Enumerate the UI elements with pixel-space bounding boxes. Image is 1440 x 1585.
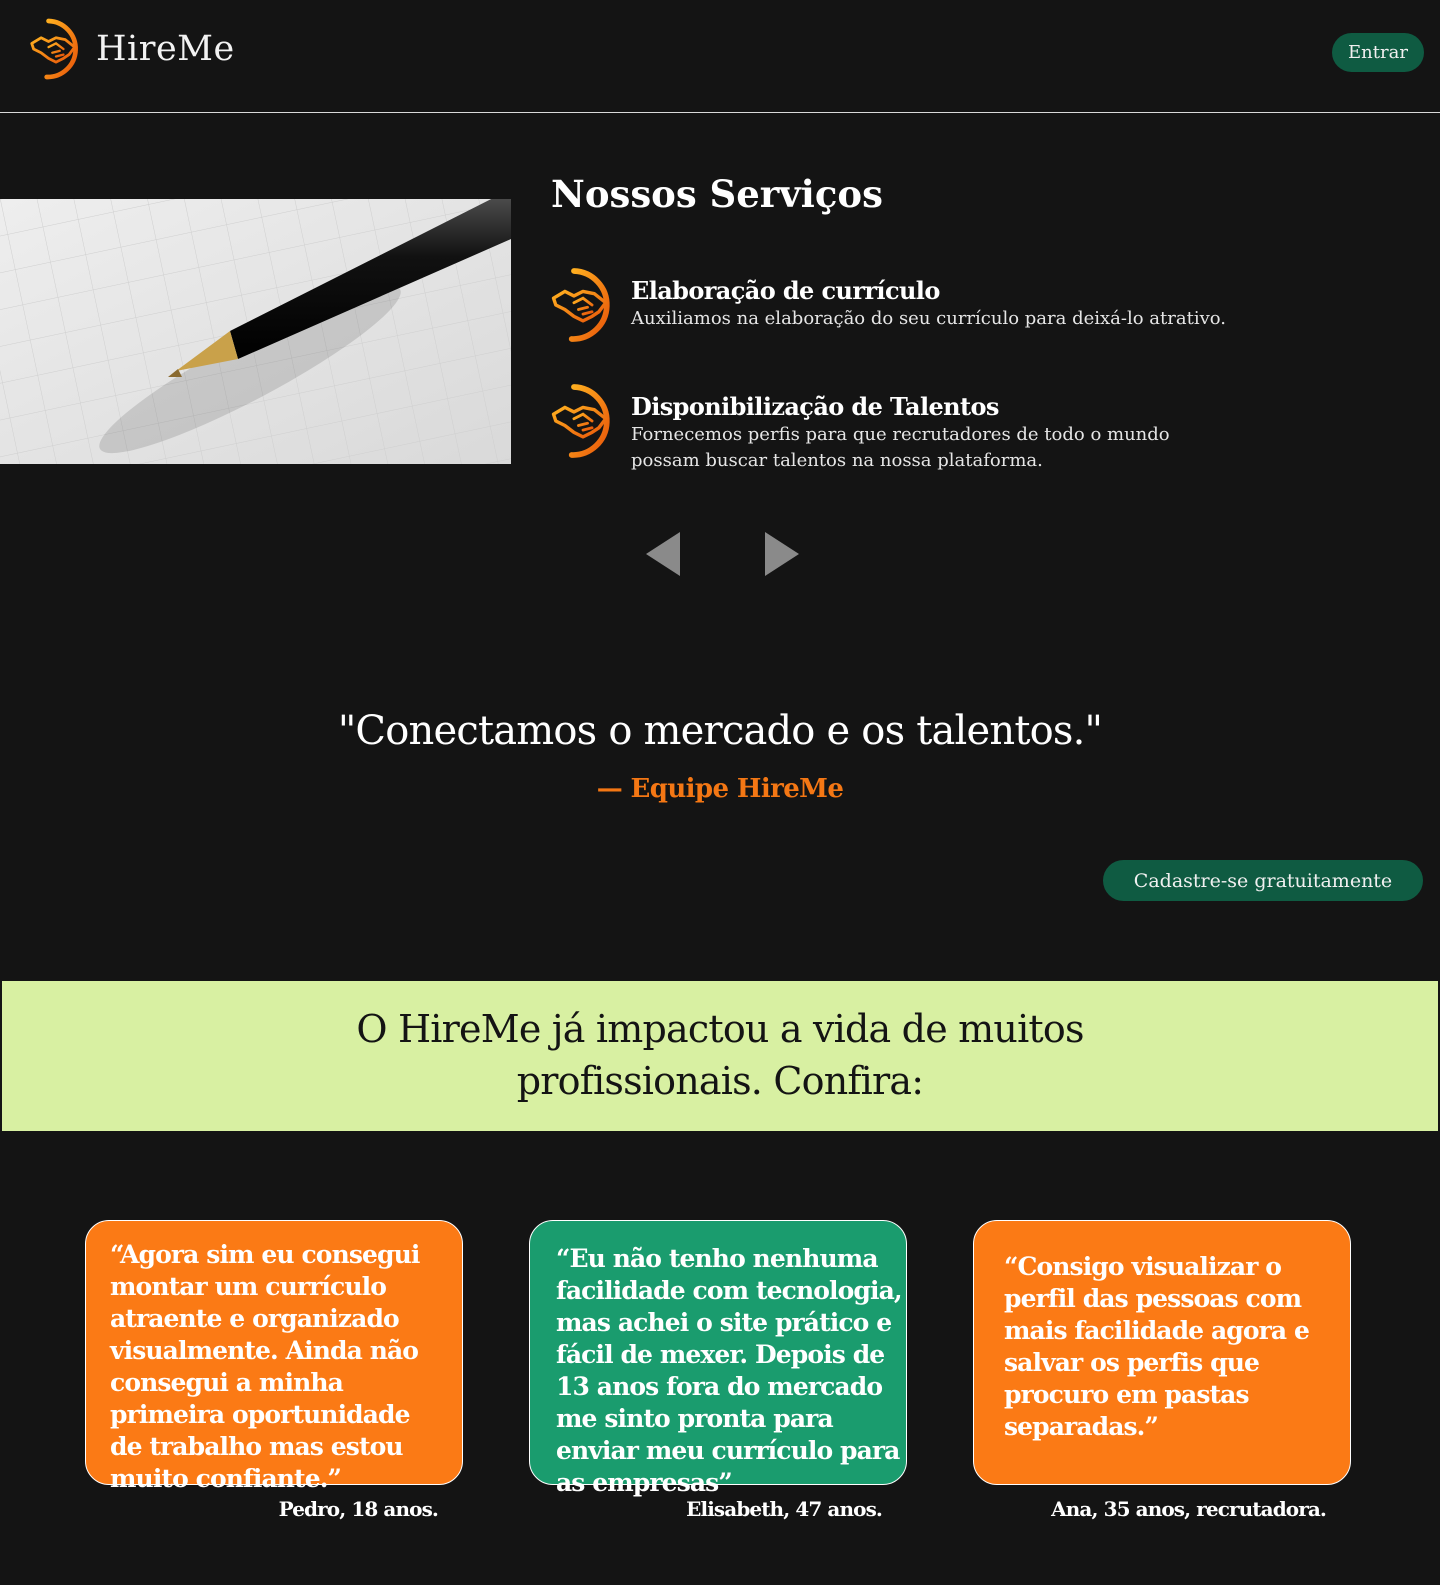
service-description: Fornecemos perfis para que recrutadores …	[631, 424, 1170, 472]
impact-heading-line1: O HireMe já impactou a vida de muitos	[356, 1007, 1084, 1051]
service-title: Disponibilização de Talentos	[631, 392, 999, 421]
carousel-next-arrow-icon[interactable]	[765, 532, 799, 576]
quote-text: "Conectamos o mercado e os talentos."	[337, 708, 1103, 754]
testimonial-card: “Consigo visualizar o perfil das pessoas…	[973, 1220, 1351, 1485]
login-button[interactable]: Entrar	[1332, 33, 1424, 72]
service-description: Auxiliamos na elaboração do seu currícul…	[631, 308, 1227, 330]
brand-logo[interactable]: HireMe	[28, 15, 235, 83]
service-title: Elaboração de currículo	[631, 276, 940, 305]
service-item: Elaboração de currículo Auxiliamos na el…	[549, 262, 1231, 348]
testimonial-author: Elisabeth, 47 anos.	[686, 1497, 883, 1521]
testimonial-author: Pedro, 18 anos.	[278, 1497, 439, 1521]
services-title: Nossos Serviços	[551, 172, 883, 216]
service-item: Disponibilização de Talentos Fornecemos …	[549, 378, 1231, 474]
testimonial-card: “Eu não tenho nenhuma facilidade com tec…	[529, 1220, 907, 1497]
testimonial-author: Ana, 35 anos, recrutadora.	[1051, 1497, 1327, 1521]
impact-heading-line2: profissionais. Confira:	[516, 1059, 924, 1103]
signup-button[interactable]: Cadastre-se gratuitamente	[1103, 860, 1423, 901]
carousel-prev-arrow-icon[interactable]	[646, 532, 680, 576]
testimonial-card: “Agora sim eu consegui montar um currícu…	[85, 1220, 463, 1493]
handshake-icon	[549, 262, 617, 348]
services-image	[0, 199, 511, 464]
quote-author: — Equipe HireMe	[596, 774, 844, 804]
pen-image	[0, 199, 511, 464]
impact-banner: O HireMe já impactou a vida de muitos pr…	[2, 981, 1438, 1131]
handshake-icon	[549, 378, 617, 464]
site-header: HireMe Entrar	[0, 0, 1440, 113]
brand-name: HireMe	[96, 29, 235, 69]
handshake-icon	[28, 15, 84, 83]
